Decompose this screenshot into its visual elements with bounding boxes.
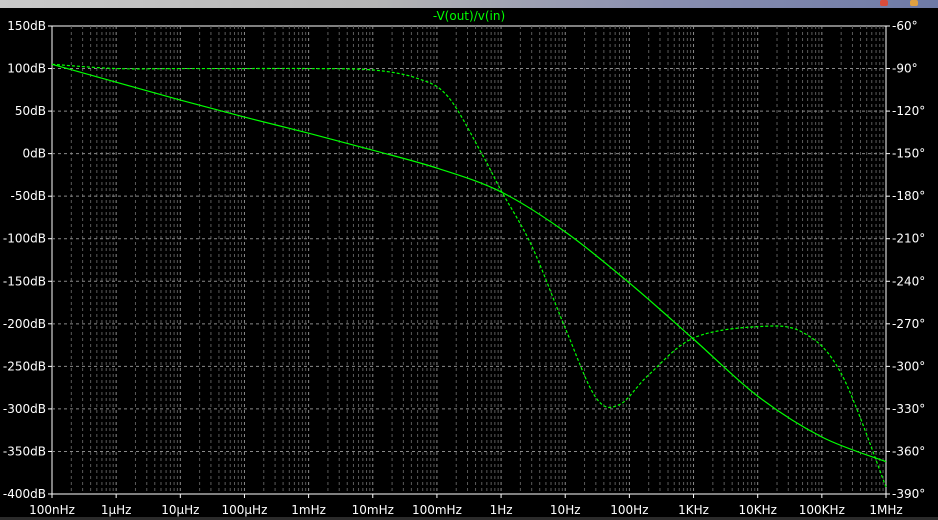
- right-axis-tick-label: -120°: [892, 104, 925, 118]
- x-axis-tick-label: 1µHz: [101, 503, 132, 517]
- right-axis-tick-label: -240°: [892, 274, 925, 288]
- x-axis-tick-label: 1Hz: [490, 503, 513, 517]
- left-axis-tick-label: 0dB: [23, 147, 46, 161]
- x-axis-tick-label: 100nHz: [29, 503, 75, 517]
- x-axis-tick-label: 10Hz: [550, 503, 581, 517]
- right-axis-labels: -60° -90° -120° -150° -180° -210° -240° -270° -3…: [892, 19, 925, 501]
- left-axis-tick-label: -350dB: [3, 444, 46, 458]
- left-axis-tick-label: -150dB: [3, 274, 46, 288]
- bode-plot: -V(out)/v(in) 150dB 100dB 50dB 0dB -50dB -100…: [3, 9, 925, 517]
- x-axis-tick-label: 100mHz: [412, 503, 462, 517]
- right-axis-tick-label: -330°: [892, 402, 925, 416]
- left-axis-tick-label: -50dB: [11, 189, 46, 203]
- right-axis-tick-label: -270°: [892, 317, 925, 331]
- left-axis-labels: 150dB 100dB 50dB 0dB -50dB -100dB -150dB -200dB…: [3, 19, 46, 501]
- left-axis-tick-label: -100dB: [3, 232, 46, 246]
- grid-lines: [52, 26, 886, 494]
- right-axis-tick-label: -150°: [892, 147, 925, 161]
- x-axis-tick-label: 100µHz: [222, 503, 268, 517]
- right-axis-tick-label: -300°: [892, 359, 925, 373]
- right-axis-tick-label: -180°: [892, 189, 925, 203]
- left-axis-tick-label: 50dB: [15, 104, 46, 118]
- left-axis-tick-label: -300dB: [3, 402, 46, 416]
- x-axis-tick-label: 1MHz: [869, 503, 902, 517]
- right-axis-tick-label: -360°: [892, 444, 925, 458]
- x-axis-tick-label: 10KHz: [738, 503, 776, 517]
- x-axis-tick-label: 1KHz: [678, 503, 709, 517]
- right-axis-tick-label: -60°: [892, 19, 918, 33]
- x-axis-tick-label: 1mHz: [291, 503, 326, 517]
- chart-title: -V(out)/v(in): [433, 9, 505, 23]
- x-axis-labels: 100nHz 1µHz 10µHz 100µHz 1mHz 10mHz 100mHz 1Hz 1…: [29, 503, 903, 517]
- x-axis-tick-label: 100KHz: [799, 503, 845, 517]
- left-axis-tick-label: -200dB: [3, 317, 46, 331]
- left-axis-tick-label: 150dB: [7, 19, 46, 33]
- right-axis-tick-label: -390°: [892, 487, 925, 501]
- left-axis-tick-label: 100dB: [7, 62, 46, 76]
- left-axis-tick-label: -250dB: [3, 359, 46, 373]
- x-axis-tick-label: 10µHz: [161, 503, 199, 517]
- left-axis-tick-label: -400dB: [3, 487, 46, 501]
- x-axis-tick-label: 10mHz: [352, 503, 394, 517]
- x-axis-tick-label: 100Hz: [610, 503, 648, 517]
- right-axis-tick-label: -90°: [892, 62, 918, 76]
- right-axis-tick-label: -210°: [892, 232, 925, 246]
